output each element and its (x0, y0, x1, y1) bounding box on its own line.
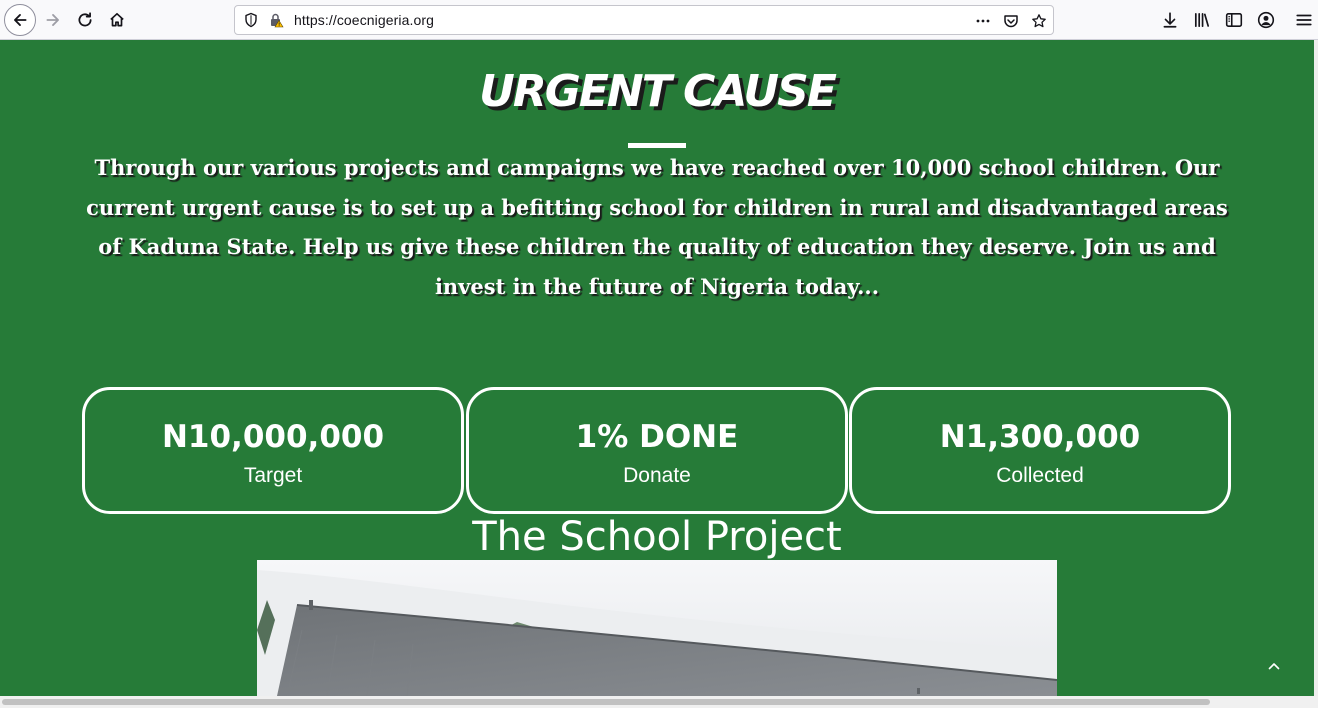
stat-card-donate[interactable]: 1% DONE Donate (466, 387, 848, 514)
reload-icon (78, 12, 92, 27)
donate-link[interactable]: Donate (469, 463, 845, 489)
browser-toolbar: https://coecnigeria.org (0, 0, 1318, 40)
shield-icon[interactable] (243, 12, 259, 28)
downloads-button[interactable] (1155, 5, 1185, 35)
bookmark-button[interactable] (1028, 10, 1050, 32)
account-button[interactable] (1251, 5, 1281, 35)
address-bar[interactable]: https://coecnigeria.org (234, 5, 1054, 35)
page-content: URGENT CAUSE Through our various project… (0, 40, 1314, 696)
reload-button[interactable] (70, 5, 100, 35)
pocket-button[interactable] (1000, 10, 1022, 32)
library-button[interactable] (1187, 5, 1217, 35)
project-title: The School Project (472, 514, 842, 560)
page-actions-button[interactable] (972, 10, 994, 32)
sidebar-icon (1225, 13, 1243, 27)
more-horizontal-icon (976, 19, 990, 23)
intro-paragraph: Through our various projects and campaig… (86, 155, 1228, 299)
scroll-to-top-button[interactable] (1260, 652, 1288, 680)
sidebar-button[interactable] (1219, 5, 1249, 35)
stat-label: Collected (996, 464, 1084, 487)
forward-button[interactable] (38, 5, 68, 35)
back-arrow-icon (14, 14, 27, 26)
hamburger-menu-icon (1296, 14, 1312, 26)
download-icon (1163, 12, 1177, 28)
stat-value: N1,300,000 (939, 419, 1141, 455)
horizontal-scrollbar[interactable] (0, 696, 1318, 708)
back-button[interactable] (4, 4, 36, 36)
url-text[interactable]: https://coecnigeria.org (294, 12, 434, 28)
vertical-scrollbar[interactable] (1314, 40, 1318, 696)
chevron-up-icon (1268, 663, 1280, 670)
insecure-lock-icon[interactable] (268, 12, 284, 28)
horizontal-scrollbar-thumb[interactable] (2, 699, 1210, 705)
stat-label: Target (243, 464, 303, 487)
library-icon (1194, 12, 1210, 28)
account-icon (1257, 11, 1275, 29)
pocket-icon (1004, 15, 1018, 28)
stat-card-collected: N1,300,000 Collected (849, 387, 1231, 514)
stat-value: N10,000,000 (161, 419, 385, 455)
star-icon (1032, 14, 1046, 28)
home-button[interactable] (102, 5, 132, 35)
forward-arrow-icon (46, 14, 59, 26)
stat-card-target: N10,000,000 Target (82, 387, 464, 514)
school-project-photo (257, 560, 1057, 696)
section-heading: URGENT CAUSE (479, 66, 837, 117)
menu-button[interactable] (1292, 5, 1316, 35)
home-icon (110, 12, 124, 27)
stat-value: 1% DONE (575, 419, 739, 455)
